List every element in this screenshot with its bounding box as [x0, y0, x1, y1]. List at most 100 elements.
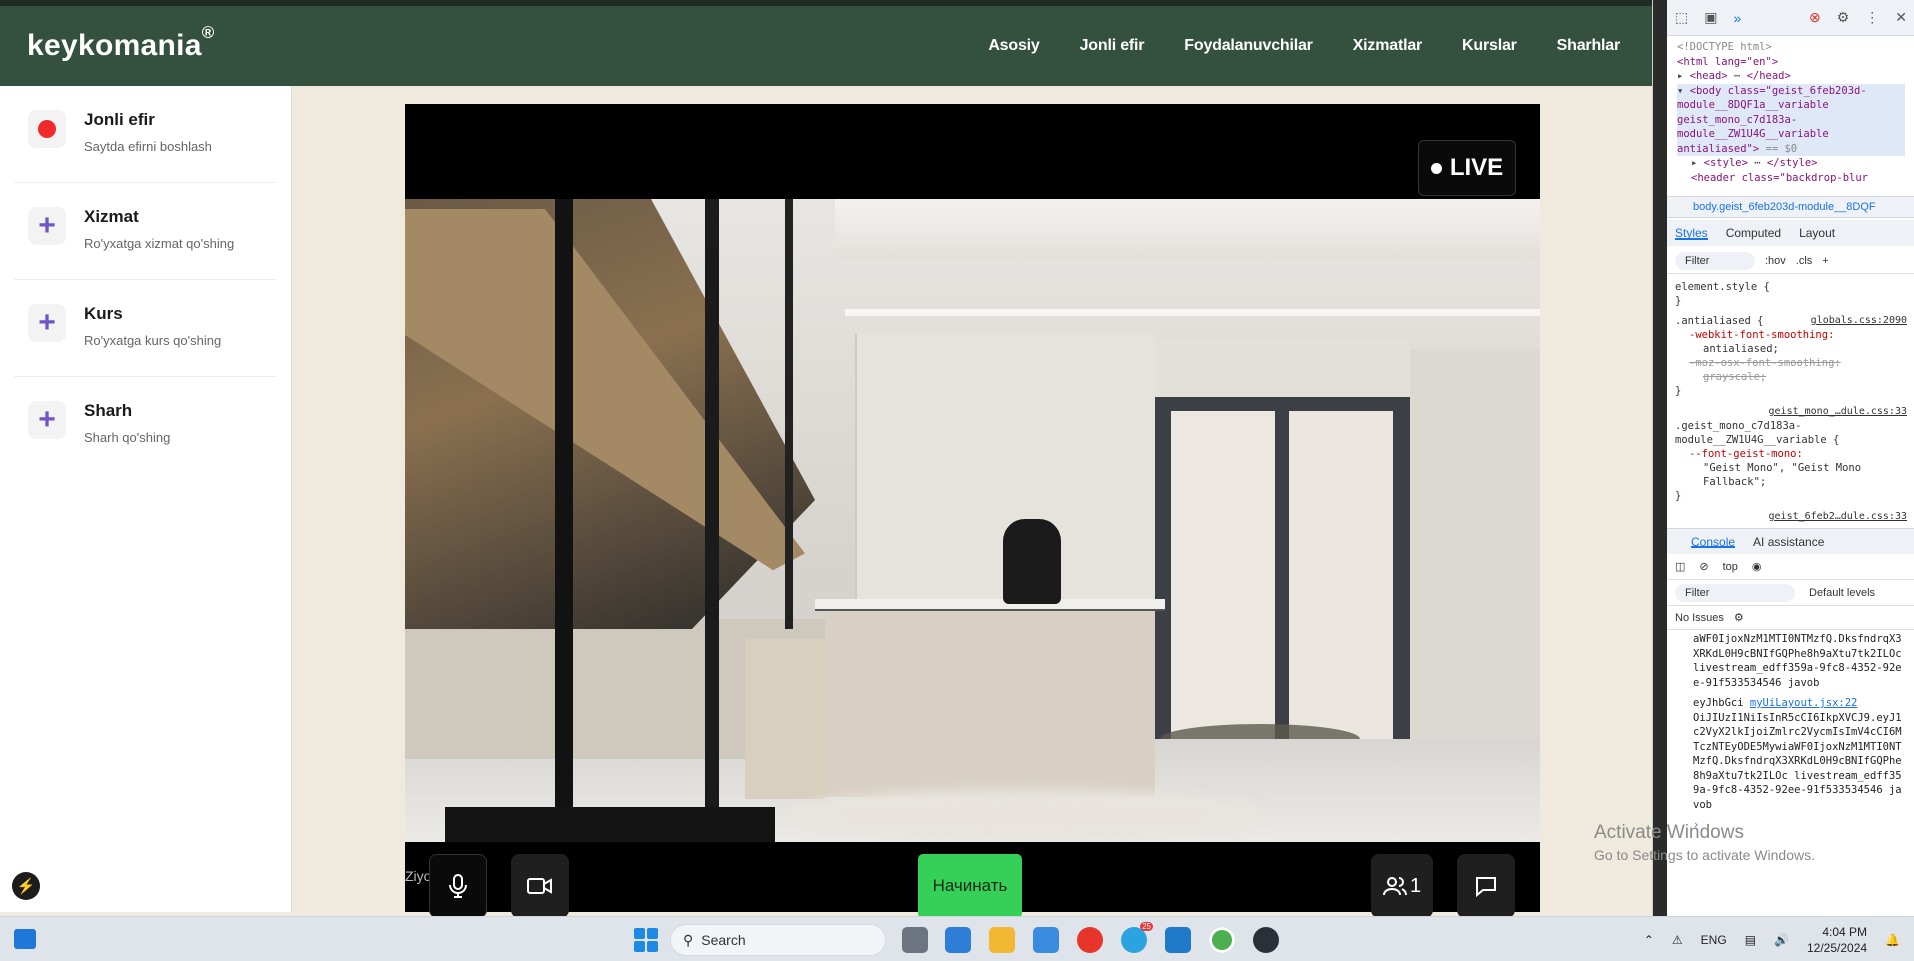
- brand-logo[interactable]: keykomania®: [27, 23, 215, 63]
- style-property[interactable]: --font-geist-mono:: [1689, 448, 1803, 460]
- tab-styles[interactable]: Styles: [1675, 226, 1708, 240]
- sidebar-toggle-icon[interactable]: ◫: [1675, 560, 1685, 573]
- devtools-subtabs: Styles Computed Layout: [1667, 220, 1914, 246]
- web-app: keykomania® Asosiy Jonli efir Foydalanuv…: [0, 0, 1652, 918]
- inspect-icon[interactable]: ⬚: [1675, 9, 1688, 26]
- hov-toggle[interactable]: :hov: [1765, 255, 1786, 267]
- tab-layout[interactable]: Layout: [1799, 226, 1835, 240]
- notification-bell-icon[interactable]: 🔔: [1885, 933, 1900, 947]
- console-output: aWF0IjoxNzM1MTI0NTMzfQ.DksfndrqX3XRKdL0H…: [1675, 632, 1905, 833]
- style-value-overridden[interactable]: grayscale;: [1675, 370, 1907, 384]
- style-value[interactable]: antialiased;: [1675, 342, 1907, 356]
- error-icon[interactable]: ⊗: [1809, 9, 1821, 26]
- dom-line[interactable]: <!DOCTYPE html>: [1677, 40, 1905, 55]
- search-label: Search: [701, 932, 746, 948]
- console-message[interactable]: OiJIUzI1NiIsInR5cCI6IkpXVCJ9.eyJ1c2VyX2l…: [1693, 711, 1905, 813]
- start-stream-button[interactable]: Начинать: [918, 854, 1022, 918]
- style-value[interactable]: "Geist Mono", "Geist Mono Fallback";: [1675, 461, 1907, 489]
- file-explorer-icon[interactable]: [989, 927, 1015, 953]
- nav-link-xizmatlar[interactable]: Xizmatlar: [1353, 37, 1423, 55]
- store-icon[interactable]: [1033, 927, 1059, 953]
- breadcrumb[interactable]: body.geist_6feb203d-module__8DQF: [1667, 196, 1914, 218]
- dom-line[interactable]: <html lang="en">: [1677, 55, 1905, 70]
- windows-start-icon[interactable]: [634, 928, 658, 952]
- sidebar-item-kurs[interactable]: + Kurs Ro'yxatga kurs qo'shing: [14, 280, 277, 377]
- plus-icon: +: [28, 207, 66, 245]
- nav-link-kurslar[interactable]: Kurslar: [1462, 37, 1517, 55]
- vscode-icon[interactable]: [1165, 927, 1191, 953]
- network-icon[interactable]: ▤: [1745, 933, 1756, 947]
- participants-count: 1: [1409, 874, 1422, 897]
- console-message[interactable]: aWF0IjoxNzM1MTI0NTMzfQ.DksfndrqX3XRKdL0H…: [1693, 632, 1905, 690]
- chat-button[interactable]: [1457, 854, 1515, 918]
- camera-button[interactable]: [511, 854, 569, 918]
- security-icon[interactable]: ⚠: [1672, 933, 1683, 947]
- plus-icon: +: [28, 401, 66, 439]
- participants-button[interactable]: 1: [1371, 854, 1433, 918]
- sidebar-item-title: Kurs: [84, 304, 123, 323]
- system-tray: ⌃ ⚠ ENG ▤ 🔊 4:04 PM 12/25/2024 🔔: [1644, 923, 1900, 957]
- dom-ref: == $0: [1765, 142, 1798, 155]
- time: 4:04 PM: [1822, 925, 1868, 939]
- cls-toggle[interactable]: .cls: [1796, 255, 1813, 267]
- add-rule-icon[interactable]: +: [1822, 255, 1828, 267]
- console-filter-input[interactable]: Filter: [1675, 583, 1795, 602]
- tab-computed[interactable]: Computed: [1726, 226, 1781, 240]
- task-view-icon[interactable]: [902, 927, 928, 953]
- style-property[interactable]: -webkit-font-smoothing:: [1689, 329, 1834, 341]
- microphone-icon: [449, 874, 467, 898]
- app-circle-icon[interactable]: [1253, 927, 1279, 953]
- log-levels-select[interactable]: Default levels: [1809, 587, 1875, 599]
- volume-icon[interactable]: 🔊: [1774, 933, 1789, 947]
- taskbar-search[interactable]: ⚲ Search: [670, 924, 886, 956]
- top-navigation-bar: keykomania® Asosiy Jonli efir Foydalanuv…: [0, 6, 1652, 86]
- nav-link-jonli-efir[interactable]: Jonli efir: [1080, 37, 1145, 55]
- style-source-link[interactable]: globals.css:2090: [1811, 314, 1907, 328]
- activation-watermark: Activate Windows Go to Settings to activ…: [1594, 822, 1815, 866]
- app-icon[interactable]: [945, 927, 971, 953]
- device-toggle-icon[interactable]: ▣: [1704, 9, 1717, 26]
- dom-line[interactable]: ▸ <head> ⋯ </head>: [1677, 69, 1905, 84]
- microphone-button[interactable]: [429, 854, 487, 918]
- sidebar-item-subtitle: Ro'yxatga xizmat qo'shing: [84, 236, 235, 251]
- lightning-icon[interactable]: ⚡: [12, 872, 40, 900]
- dom-line-selected[interactable]: ▾ <body class="geist_6feb203d-module__8D…: [1677, 83, 1905, 156]
- sidebar-item-jonli-efir[interactable]: Jonli efir Saytda efirni boshlash: [14, 86, 277, 183]
- clear-console-icon[interactable]: ⊘: [1699, 560, 1708, 573]
- console-source-link[interactable]: myUiLayout.jsx:22: [1750, 697, 1857, 709]
- chrome-icon[interactable]: [1209, 927, 1235, 953]
- more-panels-icon[interactable]: »: [1733, 10, 1741, 26]
- taskbar: ⚲ Search 25 ⌃ ⚠ ENG ▤ 🔊 4:04 PM 12/25/202…: [0, 916, 1914, 961]
- nav-link-sharhlar[interactable]: Sharhlar: [1557, 37, 1621, 55]
- stream-controls: Ziyodaxon Начинать 1: [405, 842, 1540, 918]
- nav-link-asosiy[interactable]: Asosiy: [988, 37, 1039, 55]
- eye-icon[interactable]: ◉: [1752, 560, 1762, 573]
- telegram-icon[interactable]: 25: [1121, 922, 1153, 953]
- notification-badge: 25: [1140, 922, 1153, 931]
- sidebar-item-sharh[interactable]: + Sharh Sharh qo'shing: [14, 377, 277, 474]
- styles-filter-input[interactable]: Filter: [1675, 251, 1755, 270]
- gear-icon[interactable]: ⚙: [1837, 9, 1850, 26]
- widgets-icon[interactable]: [14, 929, 36, 949]
- nav-link-foydalanuvchilar[interactable]: Foydalanuvchilar: [1184, 37, 1313, 55]
- main-nav: Asosiy Jonli efir Foydalanuvchilar Xizma…: [988, 6, 1620, 86]
- clock[interactable]: 4:04 PM 12/25/2024: [1807, 924, 1867, 956]
- dom-line[interactable]: ▸ <style> ⋯ </style>: [1677, 156, 1905, 171]
- tab-console[interactable]: Console: [1691, 535, 1736, 549]
- context-select[interactable]: top: [1723, 561, 1738, 573]
- gear-icon[interactable]: ⚙: [1734, 611, 1744, 624]
- dom-tag: <style>: [1703, 157, 1748, 169]
- kebab-menu-icon[interactable]: ⋮: [1865, 9, 1879, 26]
- camera-feed: [405, 199, 1540, 842]
- watermark-title: Activate Windows: [1594, 822, 1744, 843]
- chevron-up-icon[interactable]: ⌃: [1644, 933, 1654, 947]
- style-source-link[interactable]: geist_mono_…dule.css:33: [1769, 406, 1907, 417]
- close-icon[interactable]: ✕: [1895, 9, 1907, 26]
- tab-ai-assistance[interactable]: AI assistance: [1753, 535, 1824, 549]
- sidebar-item-xizmat[interactable]: + Xizmat Ro'yxatga xizmat qo'shing: [14, 183, 277, 280]
- yandex-browser-icon[interactable]: [1077, 927, 1103, 953]
- language-indicator[interactable]: ENG: [1701, 933, 1727, 947]
- style-property-overridden[interactable]: -moz-osx-font-smoothing:: [1675, 356, 1907, 370]
- style-source-link[interactable]: geist_6feb2…dule.css:33: [1769, 511, 1907, 522]
- dom-line[interactable]: <header class="backdrop-blur: [1677, 171, 1905, 186]
